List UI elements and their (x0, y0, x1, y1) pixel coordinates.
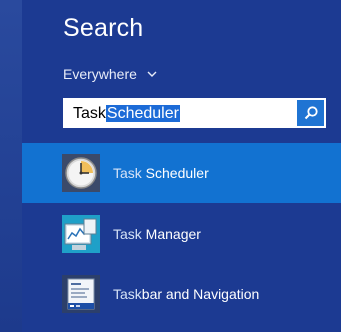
search-button[interactable] (297, 100, 324, 126)
search-icon (304, 106, 318, 120)
result-task-manager[interactable]: Task Manager (22, 204, 341, 264)
left-edge-strip (0, 0, 22, 332)
search-input[interactable]: TaskScheduler (63, 98, 326, 128)
taskbar-navigation-icon (62, 275, 100, 313)
search-query: TaskScheduler (73, 104, 180, 124)
task-manager-icon (62, 215, 100, 253)
result-label: Task Manager (113, 226, 201, 242)
result-taskbar-navigation[interactable]: Taskbar and Navigation (22, 264, 341, 324)
result-label: Task Scheduler (113, 165, 209, 181)
scope-dropdown[interactable]: Everywhere (63, 66, 157, 82)
result-label: Taskbar and Navigation (113, 286, 260, 302)
search-title: Search (63, 14, 144, 42)
scope-label: Everywhere (63, 66, 137, 82)
task-scheduler-clock-icon (62, 154, 100, 192)
chevron-down-icon (147, 71, 157, 77)
result-task-scheduler[interactable]: Task Scheduler (22, 143, 341, 203)
search-query-typed: Task (73, 105, 106, 122)
search-query-autocomplete: Scheduler (105, 105, 180, 122)
